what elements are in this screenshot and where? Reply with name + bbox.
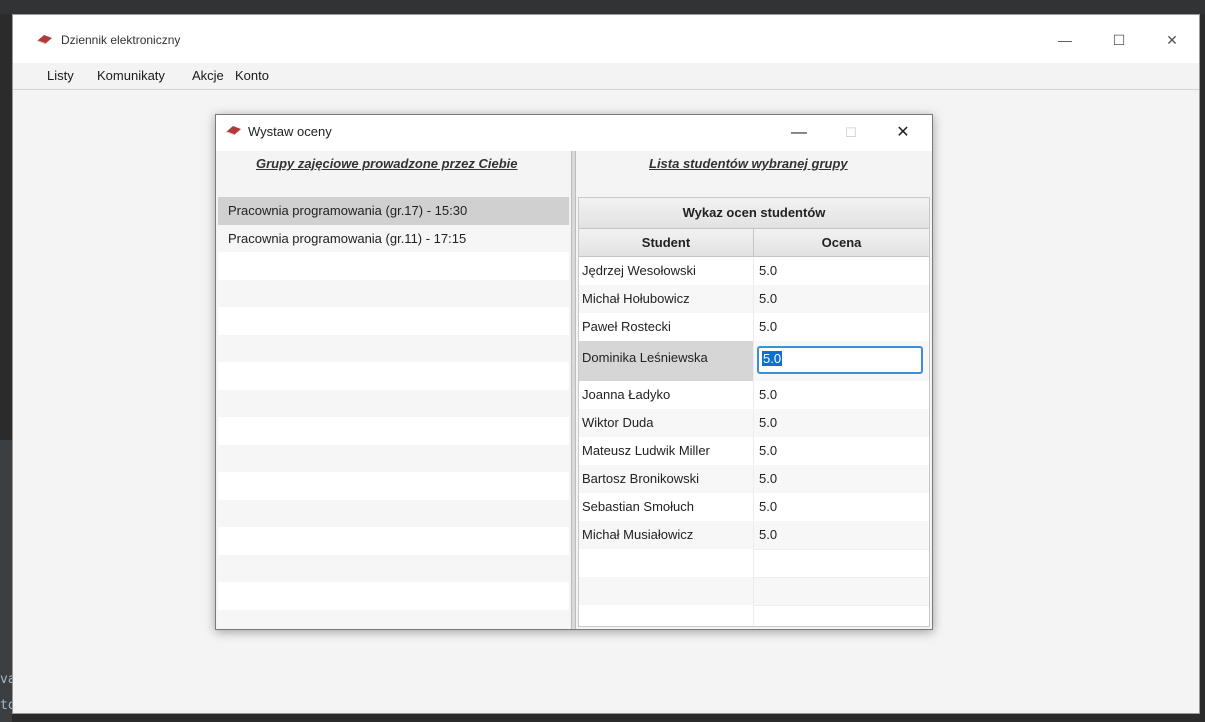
table-empty-row xyxy=(579,605,929,626)
menu-komunikaty[interactable]: Komunikaty xyxy=(97,68,165,83)
dialog-close-button[interactable]: ✕ xyxy=(890,120,916,146)
dialog-minimize-button[interactable]: — xyxy=(786,120,812,146)
student-name-cell: Joanna Ładyko xyxy=(579,381,754,409)
group-list-empty-row xyxy=(218,252,569,280)
student-name-cell: Michał Hołubowicz xyxy=(579,285,754,313)
maximize-button[interactable]: ☐ xyxy=(1107,29,1131,51)
student-name-cell: Paweł Rostecki xyxy=(579,313,754,341)
table-row[interactable]: Michał Musiałowicz 5.0 xyxy=(579,521,929,549)
grades-dialog: Wystaw oceny — ☐ ✕ Grupy zajęciowe prowa… xyxy=(215,114,933,630)
menu-konto[interactable]: Konto xyxy=(235,68,269,83)
group-list-empty-row xyxy=(218,499,569,527)
grade-cell[interactable]: 5.0 xyxy=(754,465,929,493)
table-row[interactable]: Joanna Ładyko 5.0 xyxy=(579,381,929,409)
menu-listy[interactable]: Listy xyxy=(47,68,74,83)
grade-cell[interactable]: 5.0 xyxy=(754,341,929,381)
student-name-cell: Dominika Leśniewska xyxy=(579,341,754,381)
table-row[interactable]: Dominika Leśniewska 5.0 xyxy=(579,341,929,381)
empty-cell xyxy=(754,549,929,577)
group-list-empty-row xyxy=(218,279,569,307)
app-book-icon xyxy=(37,35,52,44)
student-name-cell: Sebastian Smołuch xyxy=(579,493,754,521)
dialog-maximize-button: ☐ xyxy=(845,125,857,140)
empty-cell xyxy=(579,605,754,626)
table-row[interactable]: Michał Hołubowicz 5.0 xyxy=(579,285,929,313)
column-header-ocena[interactable]: Ocena xyxy=(754,229,929,256)
group-list-empty-row xyxy=(218,444,569,472)
dialog-title: Wystaw oceny xyxy=(248,124,332,139)
empty-cell xyxy=(754,577,929,605)
table-row[interactable]: Sebastian Smołuch 5.0 xyxy=(579,493,929,521)
grade-cell[interactable]: 5.0 xyxy=(754,257,929,285)
group-list-empty-row xyxy=(218,609,569,627)
group-list-item[interactable]: Pracownia programowania (gr.11) - 17:15 xyxy=(218,224,569,252)
student-name-cell: Michał Musiałowicz xyxy=(579,521,754,549)
group-list-empty-row xyxy=(218,334,569,362)
table-row[interactable]: Paweł Rostecki 5.0 xyxy=(579,313,929,341)
student-name-cell: Wiktor Duda xyxy=(579,409,754,437)
table-title: Wykaz ocen studentów xyxy=(579,198,929,229)
student-name-cell: Mateusz Ludwik Miller xyxy=(579,437,754,465)
group-list-empty-row xyxy=(218,307,569,335)
student-name-cell: Jędrzej Wesołowski xyxy=(579,257,754,285)
table-empty-row xyxy=(579,577,929,605)
grade-cell[interactable]: 5.0 xyxy=(754,409,929,437)
dialog-titlebar[interactable]: Wystaw oceny — ☐ ✕ xyxy=(216,115,932,151)
groups-pane: Grupy zajęciowe prowadzone przez Ciebie … xyxy=(216,151,571,629)
table-empty-row xyxy=(579,549,929,577)
group-list-empty-row xyxy=(218,417,569,445)
group-list-empty-row xyxy=(218,362,569,390)
grade-cell[interactable]: 5.0 xyxy=(754,381,929,409)
students-pane: Lista studentów wybranej grupy Wykaz oce… xyxy=(576,151,932,629)
column-header-student[interactable]: Student xyxy=(579,229,754,256)
menubar: Listy Komunikaty Akcje Konto xyxy=(13,63,1199,90)
table-row[interactable]: Jędrzej Wesołowski 5.0 xyxy=(579,257,929,285)
selected-text: 5.0 xyxy=(762,351,783,366)
table-column-headers: Student Ocena xyxy=(579,229,929,257)
grade-cell[interactable]: 5.0 xyxy=(754,521,929,549)
table-body: Jędrzej Wesołowski 5.0 Michał Hołubowicz 5.… xyxy=(579,257,929,626)
table-row[interactable]: Mateusz Ludwik Miller 5.0 xyxy=(579,437,929,465)
student-name-cell: Bartosz Bronikowski xyxy=(579,465,754,493)
menu-akcje[interactable]: Akcje xyxy=(192,68,224,83)
grade-cell[interactable]: 5.0 xyxy=(754,493,929,521)
group-list-empty-row xyxy=(218,472,569,500)
grade-edit-input[interactable]: 5.0 xyxy=(757,346,923,374)
table-row[interactable]: Bartosz Bronikowski 5.0 xyxy=(579,465,929,493)
grade-cell[interactable]: 5.0 xyxy=(754,313,929,341)
empty-cell xyxy=(579,577,754,605)
empty-cell xyxy=(754,605,929,626)
window-title: Dziennik elektroniczny xyxy=(61,33,181,47)
grades-table: Wykaz ocen studentów Student Ocena Jędrz… xyxy=(578,197,930,627)
groups-heading: Grupy zajęciowe prowadzone przez Ciebie xyxy=(256,156,518,171)
minimize-button[interactable]: — xyxy=(1053,29,1077,51)
students-heading: Lista studentów wybranej grupy xyxy=(649,156,848,171)
ide-background-top xyxy=(0,0,1205,14)
group-list-empty-row xyxy=(218,582,569,610)
group-list-empty-row xyxy=(218,554,569,582)
group-list-empty-row xyxy=(218,527,569,555)
groups-list[interactable]: Pracownia programowania (gr.17) - 15:30 P… xyxy=(218,197,569,627)
group-list-empty-row xyxy=(218,389,569,417)
grade-cell[interactable]: 5.0 xyxy=(754,437,929,465)
grade-cell[interactable]: 5.0 xyxy=(754,285,929,313)
group-list-item[interactable]: Pracownia programowania (gr.17) - 15:30 xyxy=(218,197,569,225)
table-row[interactable]: Wiktor Duda 5.0 xyxy=(579,409,929,437)
close-button[interactable]: ✕ xyxy=(1160,29,1184,51)
app-book-icon xyxy=(226,126,241,135)
empty-cell xyxy=(579,549,754,577)
main-titlebar[interactable]: Dziennik elektroniczny — ☐ ✕ xyxy=(13,15,1199,63)
